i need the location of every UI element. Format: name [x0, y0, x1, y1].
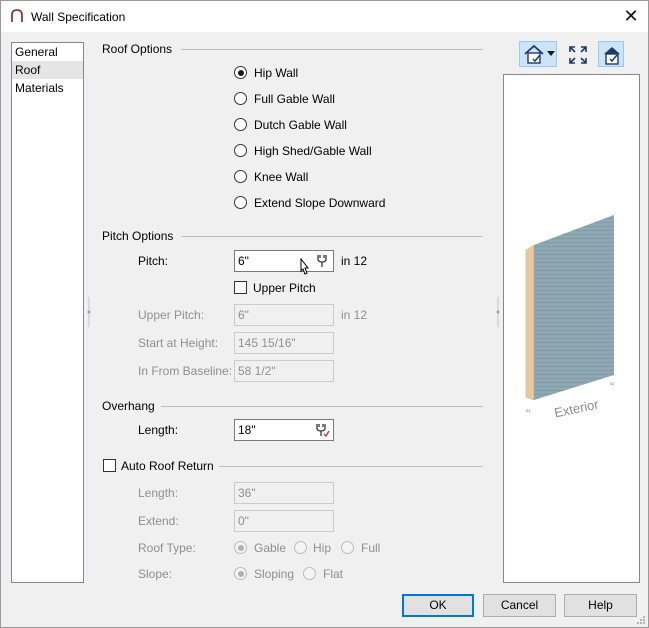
upper-pitch-checkbox[interactable] [234, 281, 247, 294]
corner-marker-right: 01 [610, 381, 615, 386]
app-icon [11, 9, 23, 22]
fill-window-button[interactable] [564, 41, 590, 67]
close-button[interactable]: ✕ [614, 1, 648, 32]
roof-type-label: Roof Type: [138, 541, 196, 555]
help-button[interactable]: Help [564, 594, 637, 617]
in-from-baseline-input: 58 1/2" [234, 360, 334, 382]
color-toggle-button[interactable] [598, 41, 624, 67]
dutch-gable-wall-label: Dutch Gable Wall [254, 118, 347, 132]
slope-flat-label: Flat [323, 567, 344, 581]
roof-type-gable-label: Gable [254, 541, 287, 555]
radio-knee-wall[interactable] [234, 170, 247, 183]
start-at-height-label: Start at Height: [138, 336, 219, 350]
radio-high-shed-gable-wall[interactable] [234, 144, 247, 157]
house-view-icon [524, 44, 544, 64]
pitch-options-divider [181, 236, 483, 237]
roof-options-divider [181, 49, 483, 50]
wall-exterior-face [534, 215, 614, 400]
pitch-unit: in 12 [341, 254, 368, 268]
radio-roof-type-gable [234, 541, 247, 554]
overhang-heading: Overhang [102, 399, 155, 413]
hip-wall-label: Hip Wall [254, 66, 299, 80]
extend-label: Extend: [138, 514, 179, 528]
wrench-icon[interactable] [314, 253, 330, 269]
radio-roof-type-hip [294, 541, 307, 554]
mouse-cursor-icon [300, 258, 310, 275]
nav-item-roof[interactable]: Roof [12, 61, 83, 79]
wall-side-edge [525, 244, 535, 401]
roof-type-hip-label: Hip [313, 541, 332, 555]
view-type-dropdown-button[interactable] [519, 41, 557, 67]
radio-hip-wall[interactable] [234, 66, 247, 79]
overhang-length-value: 18" [238, 423, 256, 437]
slope-label: Slope: [138, 567, 173, 581]
return-length-label: Length: [138, 486, 179, 500]
overhang-length-input[interactable]: 18" [234, 419, 334, 441]
radio-dutch-gable-wall[interactable] [234, 118, 247, 131]
overhang-length-label: Length: [138, 423, 179, 437]
roof-type-full-label: Full [361, 541, 381, 555]
wall-3d-preview: 01 01 [525, 215, 615, 413]
start-at-height-input: 145 15/16" [234, 332, 334, 354]
roof-options-heading: Roof Options [102, 42, 173, 56]
fill-window-icon [569, 46, 587, 64]
auto-roof-return-divider [219, 466, 483, 467]
nav-item-general[interactable]: General [12, 43, 83, 61]
radio-roof-type-full [341, 541, 354, 554]
radio-full-gable-wall[interactable] [234, 92, 247, 105]
resize-grip-icon[interactable] [636, 615, 646, 625]
pitch-input[interactable]: 6" [234, 250, 334, 272]
title-bar: Wall Specification ✕ [1, 1, 648, 32]
color-house-icon [604, 47, 620, 65]
upper-pitch-input: 6" [234, 304, 334, 326]
auto-roof-return-label: Auto Roof Return [121, 459, 214, 473]
full-gable-wall-label: Full Gable Wall [254, 92, 335, 106]
left-splitter-handle[interactable] [87, 297, 91, 327]
nav-item-materials[interactable]: Materials [12, 79, 83, 97]
return-length-input: 36" [234, 482, 334, 504]
upper-pitch-label: Upper Pitch: [138, 308, 205, 322]
chevron-down-icon [547, 51, 555, 56]
auto-roof-return-checkbox[interactable] [103, 459, 116, 472]
radio-extend-slope-downward[interactable] [234, 196, 247, 209]
wrench-check-icon[interactable] [314, 422, 330, 438]
wall-preview-pane[interactable]: 01 01 Exterior [503, 74, 640, 583]
category-list: General Roof Materials [11, 42, 84, 583]
pitch-label: Pitch: [138, 254, 169, 268]
pitch-options-heading: Pitch Options [102, 229, 174, 243]
close-icon: ✕ [623, 6, 639, 26]
wall-specification-dialog: Wall Specification ✕ General Roof Materi… [0, 0, 649, 628]
cancel-button[interactable]: Cancel [483, 594, 556, 617]
knee-wall-label: Knee Wall [254, 170, 309, 184]
radio-slope-flat [303, 567, 316, 580]
extend-slope-downward-label: Extend Slope Downward [254, 196, 386, 210]
pitch-value: 6" [238, 254, 249, 268]
window-title: Wall Specification [31, 10, 126, 24]
upper-pitch-unit: in 12 [341, 308, 368, 322]
slope-sloping-label: Sloping [254, 567, 295, 581]
right-splitter-handle[interactable] [496, 297, 500, 327]
extend-input: 0" [234, 510, 334, 532]
corner-marker-left: 01 [526, 408, 531, 413]
in-from-baseline-label: In From Baseline: [138, 364, 233, 378]
radio-slope-sloping [234, 567, 247, 580]
overhang-divider [161, 406, 483, 407]
ok-button[interactable]: OK [402, 594, 474, 617]
upper-pitch-check-label: Upper Pitch [253, 281, 316, 295]
high-shed-gable-wall-label: High Shed/Gable Wall [254, 144, 372, 158]
